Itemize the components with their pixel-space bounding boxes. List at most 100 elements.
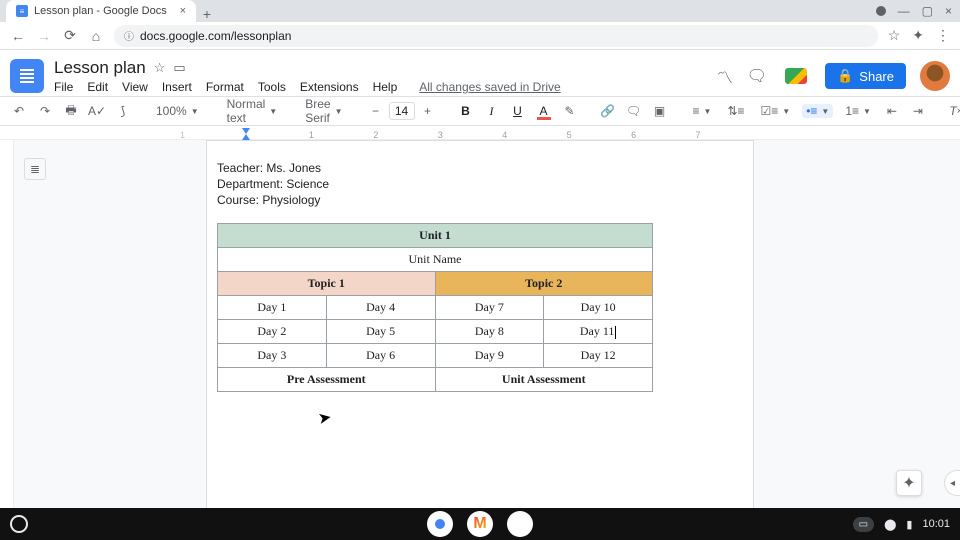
- text-caret: [615, 326, 616, 339]
- topic-1-header[interactable]: Topic 1: [218, 272, 436, 296]
- cell-day-9[interactable]: Day 9: [435, 344, 544, 368]
- bookmark-star-icon[interactable]: ☆: [888, 27, 901, 44]
- share-button[interactable]: 🔒 Share: [825, 63, 906, 89]
- bold-button[interactable]: B: [457, 100, 475, 122]
- document-page[interactable]: Teacher: Ms. Jones Department: Science C…: [206, 140, 754, 508]
- star-document-icon[interactable]: ☆: [154, 60, 166, 76]
- menu-tools[interactable]: Tools: [258, 80, 286, 94]
- cell-day-8[interactable]: Day 8: [435, 320, 544, 344]
- side-panel-toggle[interactable]: ◂: [944, 470, 960, 496]
- menu-format[interactable]: Format: [206, 80, 244, 94]
- activity-icon[interactable]: 〽: [717, 64, 733, 88]
- comments-icon[interactable]: 🗨: [747, 66, 767, 86]
- nav-home[interactable]: ⌂: [88, 28, 104, 44]
- insert-image-button[interactable]: ▣: [651, 100, 669, 122]
- department-line[interactable]: Department: Science: [217, 177, 743, 191]
- vertical-ruler[interactable]: [0, 140, 14, 508]
- tab-close-icon[interactable]: ×: [180, 5, 186, 17]
- font-size-decrease[interactable]: −: [367, 100, 385, 122]
- spellcheck-button[interactable]: A✓: [88, 100, 106, 122]
- launcher-button[interactable]: [10, 515, 28, 533]
- font-family-dropdown[interactable]: Bree Serif▼: [301, 97, 346, 125]
- cell-day-12[interactable]: Day 12: [544, 344, 653, 368]
- numbered-list-dropdown[interactable]: 1≡▼: [841, 104, 875, 118]
- docs-menubar: File Edit View Insert Format Tools Exten…: [54, 80, 717, 94]
- menu-file[interactable]: File: [54, 80, 73, 94]
- shelf-app-chrome[interactable]: [427, 511, 453, 537]
- cell-day-10[interactable]: Day 10: [544, 296, 653, 320]
- menu-help[interactable]: Help: [373, 80, 398, 94]
- site-info-icon[interactable]: ⓘ: [124, 28, 134, 43]
- text-color-button[interactable]: A: [535, 100, 553, 122]
- cell-day-3[interactable]: Day 3: [218, 344, 327, 368]
- cell-day-6[interactable]: Day 6: [326, 344, 435, 368]
- pre-assessment-cell[interactable]: Pre Assessment: [218, 368, 436, 392]
- horizontal-ruler[interactable]: 1 1 2 3 4 5 6 7: [0, 126, 960, 140]
- explore-button[interactable]: ✦: [896, 470, 922, 496]
- shelf-app-gmail[interactable]: M: [467, 511, 493, 537]
- align-dropdown[interactable]: ≡▼: [689, 104, 716, 118]
- line-spacing-dropdown[interactable]: ⇅≡: [723, 104, 748, 118]
- print-button[interactable]: 🖶: [62, 100, 80, 122]
- account-avatar[interactable]: [920, 61, 950, 91]
- incognito-or-profile-icon[interactable]: [876, 6, 886, 16]
- paragraph-style-dropdown[interactable]: Normal text▼: [223, 97, 282, 125]
- status-tray[interactable]: ▭ ⬤ ▮ 10:01: [853, 517, 950, 532]
- save-status[interactable]: All changes saved in Drive: [419, 80, 560, 94]
- outline-toggle-button[interactable]: ≣: [24, 158, 46, 180]
- insert-link-button[interactable]: 🔗: [599, 100, 617, 122]
- nav-reload[interactable]: ⟳: [62, 27, 78, 44]
- menu-edit[interactable]: Edit: [87, 80, 108, 94]
- document-canvas[interactable]: ≣ Teacher: Ms. Jones Department: Science…: [0, 140, 960, 508]
- unit-assessment-cell[interactable]: Unit Assessment: [435, 368, 653, 392]
- font-size-increase[interactable]: +: [419, 100, 437, 122]
- italic-button[interactable]: I: [483, 100, 501, 122]
- menu-insert[interactable]: Insert: [162, 80, 192, 94]
- document-title[interactable]: Lesson plan: [54, 58, 146, 78]
- indent-decrease-button[interactable]: ⇤: [883, 100, 901, 122]
- teacher-line[interactable]: Teacher: Ms. Jones: [217, 161, 743, 175]
- move-document-icon[interactable]: ▭: [173, 60, 185, 76]
- cell-day-4[interactable]: Day 4: [326, 296, 435, 320]
- cell-day-1[interactable]: Day 1: [218, 296, 327, 320]
- paint-format-button[interactable]: ⟆: [114, 100, 132, 122]
- meet-icon: [785, 68, 807, 84]
- cell-day-2[interactable]: Day 2: [218, 320, 327, 344]
- nav-back[interactable]: ←: [10, 28, 26, 44]
- meet-button[interactable]: [781, 64, 811, 88]
- indent-increase-button[interactable]: ⇥: [909, 100, 927, 122]
- address-bar[interactable]: ⓘ docs.google.com/lessonplan: [114, 25, 878, 47]
- menu-extensions[interactable]: Extensions: [300, 80, 359, 94]
- menu-view[interactable]: View: [122, 80, 148, 94]
- bulleted-list-dropdown[interactable]: •≡▼: [802, 104, 833, 118]
- unit-heading-cell[interactable]: Unit 1: [218, 224, 653, 248]
- new-tab-button[interactable]: +: [196, 6, 218, 22]
- course-line[interactable]: Course: Physiology: [217, 193, 743, 207]
- align-icon: ≡: [693, 104, 700, 118]
- unit-name-cell[interactable]: Unit Name: [218, 248, 653, 272]
- window-close[interactable]: ×: [945, 4, 952, 18]
- topic-2-header[interactable]: Topic 2: [435, 272, 653, 296]
- cell-day-7[interactable]: Day 7: [435, 296, 544, 320]
- checklist-dropdown[interactable]: ☑≡▼: [757, 104, 795, 118]
- insert-comment-button[interactable]: 🗨: [625, 100, 643, 122]
- docs-logo-icon[interactable]: [10, 59, 44, 93]
- font-size-input[interactable]: 14: [389, 102, 415, 120]
- redo-button[interactable]: ↷: [36, 100, 54, 122]
- highlight-button[interactable]: ✎: [561, 100, 579, 122]
- phone-hub-icon[interactable]: ▭: [853, 517, 874, 532]
- cell-day-5[interactable]: Day 5: [326, 320, 435, 344]
- underline-button[interactable]: U: [509, 100, 527, 122]
- window-minimize[interactable]: —: [898, 4, 910, 18]
- shelf-app-docs[interactable]: ≡: [507, 511, 533, 537]
- chrome-menu-icon[interactable]: ⋮: [936, 27, 950, 44]
- browser-tab-active[interactable]: ≡ Lesson plan - Google Docs ×: [6, 0, 196, 22]
- clear-formatting-button[interactable]: T×: [947, 100, 960, 122]
- undo-button[interactable]: ↶: [10, 100, 28, 122]
- zoom-dropdown[interactable]: 100%▼: [152, 104, 203, 118]
- lesson-plan-table[interactable]: Unit 1 Unit Name Topic 1 Topic 2 Day 1 D…: [217, 223, 653, 392]
- extensions-icon[interactable]: ✦: [912, 27, 924, 44]
- window-maximize[interactable]: ▢: [922, 4, 933, 18]
- cell-day-11[interactable]: Day 11: [544, 320, 653, 344]
- docs-toolbar: ↶ ↷ 🖶 A✓ ⟆ 100%▼ Normal text▼ Bree Serif…: [0, 96, 960, 126]
